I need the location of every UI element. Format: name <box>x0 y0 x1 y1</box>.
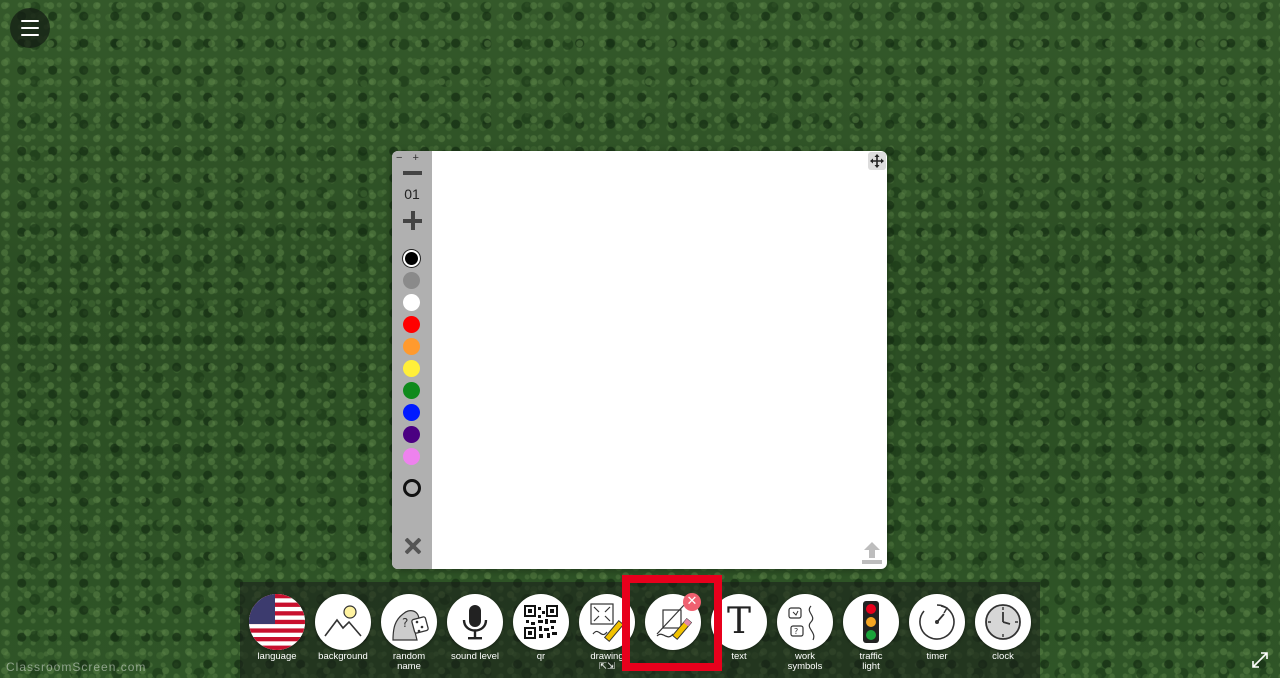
tool-label: qr <box>536 651 546 662</box>
resize-glyph: ⇱⇲ <box>599 661 615 672</box>
tool-work-symbols[interactable]: ? work symbols <box>772 594 838 672</box>
us-flag-svg <box>249 594 305 650</box>
tool-language[interactable]: language <box>244 594 310 662</box>
watermark: ClassroomScreen.com <box>6 660 147 674</box>
work-symbols-svg: ? <box>788 605 815 641</box>
color-swatch-blue[interactable] <box>403 404 420 421</box>
clock-icon <box>975 594 1031 650</box>
tool-background[interactable]: background <box>310 594 376 662</box>
tool-random-name[interactable]: ? random name <box>376 594 442 672</box>
tool-label: text <box>731 651 747 662</box>
move-arrows-icon[interactable] <box>868 152 886 170</box>
color-swatch-pink[interactable] <box>403 448 420 465</box>
random-name-icon: ? <box>381 594 437 650</box>
tool-label: background <box>318 651 368 662</box>
hamburger-line <box>21 27 39 29</box>
tool-qr[interactable]: qr <box>508 594 574 662</box>
work-symbols-icon: ? <box>777 594 833 650</box>
zoom-controls: − + <box>396 152 419 164</box>
color-swatch-gray[interactable] <box>403 272 420 289</box>
color-swatch-red[interactable] <box>403 316 420 333</box>
tool-drawing[interactable]: drawing ⇱⇲ <box>574 594 640 672</box>
tool-label: language <box>257 651 297 662</box>
upload-svg <box>862 542 882 564</box>
upload-icon[interactable] <box>861 541 883 565</box>
random-name-svg: ? <box>392 610 429 641</box>
move-arrows-svg <box>870 154 884 168</box>
svg-text:?: ? <box>402 616 408 630</box>
tool-label: sound level <box>450 651 500 662</box>
tool-label: clock <box>992 651 1014 662</box>
text-glyph: T <box>726 601 751 642</box>
tool-traffic-light[interactable]: traffic light <box>838 594 904 672</box>
microphone-svg <box>462 605 488 640</box>
color-swatch-purple[interactable] <box>403 426 420 443</box>
microphone-icon <box>447 594 503 650</box>
tool-clock[interactable]: clock <box>970 594 1036 662</box>
color-swatch-white[interactable] <box>403 294 420 311</box>
hamburger-icon <box>21 20 39 22</box>
timer-icon <box>909 594 965 650</box>
menu-button[interactable] <box>10 8 50 48</box>
pen-size-increase-button[interactable] <box>403 211 422 230</box>
tool-timer[interactable]: timer <box>904 594 970 662</box>
eraser-ring-icon[interactable] <box>403 479 421 497</box>
pen-size-value: 01 <box>404 186 420 202</box>
traffic-light-icon <box>843 594 899 650</box>
clock-svg <box>985 604 1021 640</box>
tool-label: timer <box>926 651 948 662</box>
landscape-icon <box>315 594 371 650</box>
drawing-widget[interactable]: − + 01 <box>392 151 887 569</box>
qr-code-icon <box>513 594 569 650</box>
qr-code-svg <box>524 605 558 639</box>
drawing-expand-icon <box>579 594 635 650</box>
tool-text[interactable]: T text <box>706 594 772 662</box>
tool-label: random name <box>392 651 426 672</box>
svg-text:?: ? <box>794 627 798 636</box>
color-swatch-yellow[interactable] <box>403 360 420 377</box>
tool-label: work symbols <box>787 651 823 672</box>
close-icon[interactable] <box>404 537 422 555</box>
traffic-light-svg <box>863 601 879 643</box>
color-swatch-green[interactable] <box>403 382 420 399</box>
fullscreen-icon[interactable] <box>1250 650 1270 670</box>
drawing-toolbar: − + 01 <box>392 151 432 569</box>
timer-svg <box>919 604 955 640</box>
zoom-out-button[interactable]: − <box>396 152 402 164</box>
zoom-in-button[interactable]: + <box>412 152 418 164</box>
us-flag-icon <box>249 594 305 650</box>
remove-widget-badge[interactable]: ✕ <box>683 593 701 611</box>
fullscreen-svg <box>1252 652 1268 668</box>
drawing-expand-svg <box>590 603 625 643</box>
tool-label: drawing ⇱⇲ <box>574 652 640 672</box>
tool-label: traffic light <box>859 651 883 672</box>
color-swatch-black[interactable] <box>403 250 420 267</box>
landscape-svg <box>324 605 362 637</box>
text-icon: T <box>711 594 767 650</box>
color-swatch-orange[interactable] <box>403 338 420 355</box>
hamburger-line <box>21 34 39 36</box>
pen-size-decrease-button[interactable] <box>403 171 422 175</box>
tool-sound-level[interactable]: sound level <box>442 594 508 662</box>
